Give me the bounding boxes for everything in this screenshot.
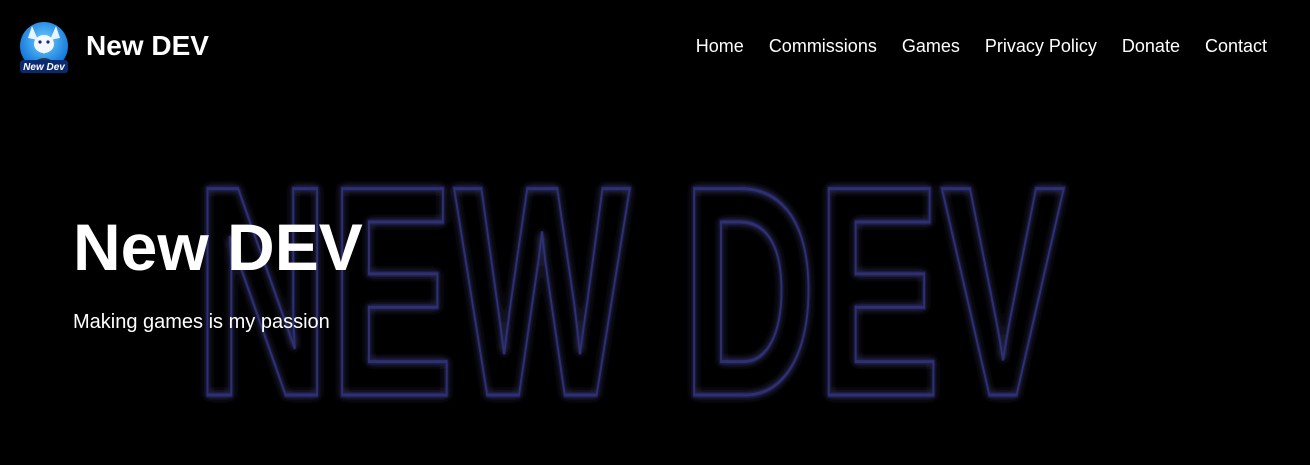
nav-donate[interactable]: Donate xyxy=(1122,34,1180,58)
hero-subtitle: Making games is my passion xyxy=(73,311,330,333)
nav-home[interactable]: Home xyxy=(696,34,744,58)
nav-commissions[interactable]: Commissions xyxy=(769,34,877,58)
site-brand-title[interactable]: New DEV xyxy=(86,29,209,63)
logo-text: New Dev xyxy=(23,62,66,73)
nav-privacy-policy[interactable]: Privacy Policy xyxy=(985,34,1097,58)
fox-mascot-icon: New Dev xyxy=(20,22,68,73)
site-header: New Dev New DEV Home Commissions Games P… xyxy=(0,0,1310,92)
page: New Dev New DEV Home Commissions Games P… xyxy=(0,0,1310,465)
hero-neon-glow: NEW DEV xyxy=(195,150,1066,420)
hero-title: New DEV xyxy=(73,210,363,284)
hero-neon-background-art: NEW DEV NEW DEV xyxy=(192,150,1069,420)
site-logo[interactable]: New Dev xyxy=(18,20,70,76)
main-nav: Home Commissions Games Privacy Policy Do… xyxy=(696,34,1267,58)
nav-contact[interactable]: Contact xyxy=(1205,34,1267,58)
nav-games[interactable]: Games xyxy=(902,34,960,58)
